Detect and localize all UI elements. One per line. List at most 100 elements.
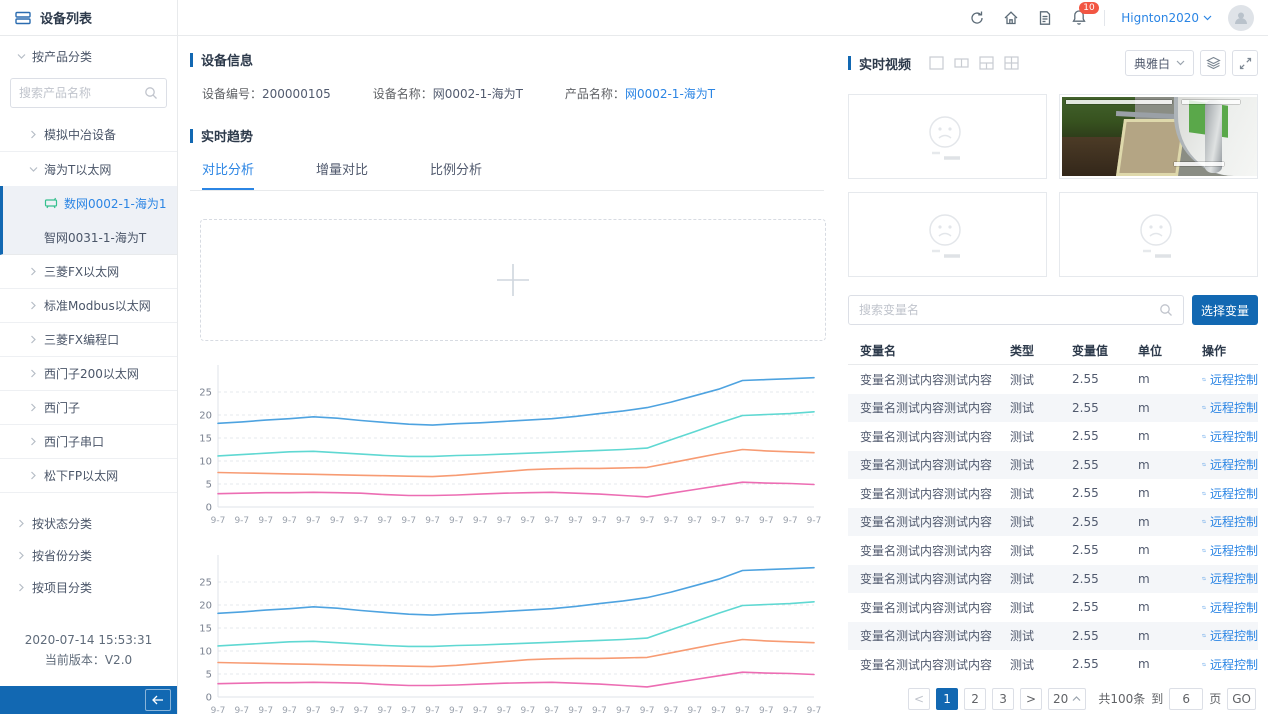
- chevron-right-icon: [28, 301, 38, 310]
- remote-control-link[interactable]: 远程控制: [1190, 428, 1258, 445]
- remote-control-label: 远程控制: [1210, 627, 1258, 644]
- svg-text:9-7: 9-7: [449, 706, 464, 714]
- tree-section[interactable]: 按省份分类: [0, 539, 177, 571]
- theme-selected-label: 典雅白: [1134, 55, 1170, 72]
- video-cell-empty[interactable]: [848, 192, 1047, 277]
- prev-page-button[interactable]: <: [908, 688, 930, 710]
- tree-item[interactable]: 松下FP以太网: [0, 459, 177, 493]
- search-icon[interactable]: [144, 86, 158, 100]
- total-count-label: 共100条: [1098, 690, 1145, 707]
- video-cell-playing[interactable]: [1059, 94, 1258, 179]
- tree-section[interactable]: 按状态分类: [0, 507, 177, 539]
- remote-control-link[interactable]: 远程控制: [1190, 627, 1258, 644]
- tree-item[interactable]: 西门子200以太网: [0, 357, 177, 391]
- tree-item[interactable]: 海为T以太网: [0, 152, 177, 186]
- table-row: 变量名测试内容测试内容测试2.55m 远程控制: [848, 565, 1258, 594]
- user-menu[interactable]: Hignton2020: [1121, 11, 1212, 25]
- remote-control-link[interactable]: 远程控制: [1190, 399, 1258, 416]
- remote-control-link[interactable]: 远程控制: [1190, 570, 1258, 587]
- page-button-1[interactable]: 1: [936, 688, 958, 710]
- video-cell-empty[interactable]: [848, 94, 1047, 179]
- svg-text:9-7: 9-7: [354, 706, 369, 714]
- video-theme-select[interactable]: 典雅白: [1125, 50, 1194, 76]
- product-search-input[interactable]: [19, 86, 144, 100]
- tree-item[interactable]: 西门子: [0, 391, 177, 425]
- fullscreen-button[interactable]: [1232, 50, 1258, 76]
- document-icon[interactable]: [1036, 9, 1054, 27]
- cell-type: 测试: [998, 513, 1060, 530]
- product-name-link[interactable]: 网0002-1-海为T: [625, 87, 715, 101]
- remote-control-icon: [1202, 373, 1206, 386]
- layout-3-icon[interactable]: [979, 56, 994, 70]
- variable-search-box: [848, 295, 1184, 325]
- field-value: 200000105: [262, 87, 331, 101]
- page-size-select[interactable]: 20: [1048, 688, 1086, 710]
- cell-value: 2.55: [1060, 458, 1126, 472]
- remote-control-icon: [1202, 658, 1206, 671]
- cell-variable-name: 变量名测试内容测试内容: [848, 371, 998, 388]
- layout-1-icon[interactable]: [929, 56, 944, 70]
- tree-device-selected[interactable]: 数网0002-1-海为1: [3, 186, 177, 220]
- svg-text:9-7: 9-7: [258, 706, 273, 714]
- video-cell-empty[interactable]: [1059, 192, 1258, 277]
- tree-item-label: 智网0031-1-海为T: [44, 229, 146, 246]
- svg-text:9-7: 9-7: [616, 706, 631, 714]
- remote-control-link[interactable]: 远程控制: [1190, 485, 1258, 502]
- goto-page-input[interactable]: [1169, 688, 1203, 710]
- tree-section[interactable]: 按项目分类: [0, 571, 177, 603]
- notification-bell-icon[interactable]: 10: [1070, 9, 1088, 27]
- go-button[interactable]: GO: [1227, 688, 1256, 710]
- chevron-right-icon: [28, 369, 38, 378]
- tab-active[interactable]: 对比分析: [202, 159, 254, 190]
- tree-item[interactable]: 三菱FX编程口: [0, 323, 177, 357]
- home-icon[interactable]: [1002, 9, 1020, 27]
- svg-text:9-7: 9-7: [711, 516, 726, 526]
- layout-2-icon[interactable]: [954, 56, 969, 70]
- page-button-2[interactable]: 2: [964, 688, 986, 710]
- chevron-right-icon: [28, 437, 38, 446]
- variables-table: 变量名类型变量值单位操作 变量名测试内容测试内容测试2.55m 远程控制变量名测…: [848, 337, 1258, 679]
- column-header: 变量值: [1060, 342, 1126, 359]
- select-variable-button[interactable]: 选择变量: [1192, 295, 1258, 325]
- remote-control-link[interactable]: 远程控制: [1190, 371, 1258, 388]
- layout-4-icon[interactable]: [1004, 56, 1019, 70]
- tree-section[interactable]: 按产品分类: [0, 40, 177, 72]
- svg-text:9-7: 9-7: [282, 706, 297, 714]
- remote-control-link[interactable]: 远程控制: [1190, 656, 1258, 673]
- remote-control-label: 远程控制: [1210, 570, 1258, 587]
- svg-text:9-7: 9-7: [211, 516, 226, 526]
- page-button-3[interactable]: 3: [992, 688, 1014, 710]
- svg-text:9-7: 9-7: [759, 706, 774, 714]
- variable-search-input[interactable]: [859, 303, 1159, 317]
- remote-control-label: 远程控制: [1210, 485, 1258, 502]
- search-icon[interactable]: [1159, 303, 1173, 317]
- table-row: 变量名测试内容测试内容测试2.55m 远程控制: [848, 451, 1258, 480]
- avatar[interactable]: [1228, 5, 1254, 31]
- tree-item[interactable]: 西门子串口: [0, 425, 177, 459]
- remote-control-link[interactable]: 远程控制: [1190, 513, 1258, 530]
- collapse-sidebar-button[interactable]: [145, 689, 171, 711]
- tab-item[interactable]: 比例分析: [430, 159, 482, 190]
- cell-unit: m: [1126, 401, 1190, 415]
- tree-item-label: 按省份分类: [32, 547, 92, 564]
- tree-item[interactable]: 标准Modbus以太网: [0, 289, 177, 323]
- tab-item[interactable]: 增量对比: [316, 159, 368, 190]
- svg-text:9-7: 9-7: [807, 706, 822, 714]
- layers-button[interactable]: [1200, 50, 1226, 76]
- remote-control-label: 远程控制: [1210, 371, 1258, 388]
- tree-device-item[interactable]: 智网0031-1-海为T: [3, 220, 177, 254]
- cell-type: 测试: [998, 627, 1060, 644]
- tree-item-label: 松下FP以太网: [44, 467, 118, 484]
- cell-unit: m: [1126, 486, 1190, 500]
- device-list-icon: [14, 10, 32, 26]
- tree-item[interactable]: 三菱FX以太网: [0, 255, 177, 289]
- remote-control-link[interactable]: 远程控制: [1190, 599, 1258, 616]
- remote-control-link[interactable]: 远程控制: [1190, 542, 1258, 559]
- next-page-button[interactable]: >: [1020, 688, 1042, 710]
- cell-value: 2.55: [1060, 657, 1126, 671]
- remote-control-link[interactable]: 远程控制: [1190, 456, 1258, 473]
- tree-item[interactable]: 模拟中冶设备: [0, 118, 177, 152]
- add-chart-box[interactable]: [200, 219, 826, 341]
- svg-text:9-7: 9-7: [544, 516, 559, 526]
- refresh-icon[interactable]: [968, 9, 986, 27]
